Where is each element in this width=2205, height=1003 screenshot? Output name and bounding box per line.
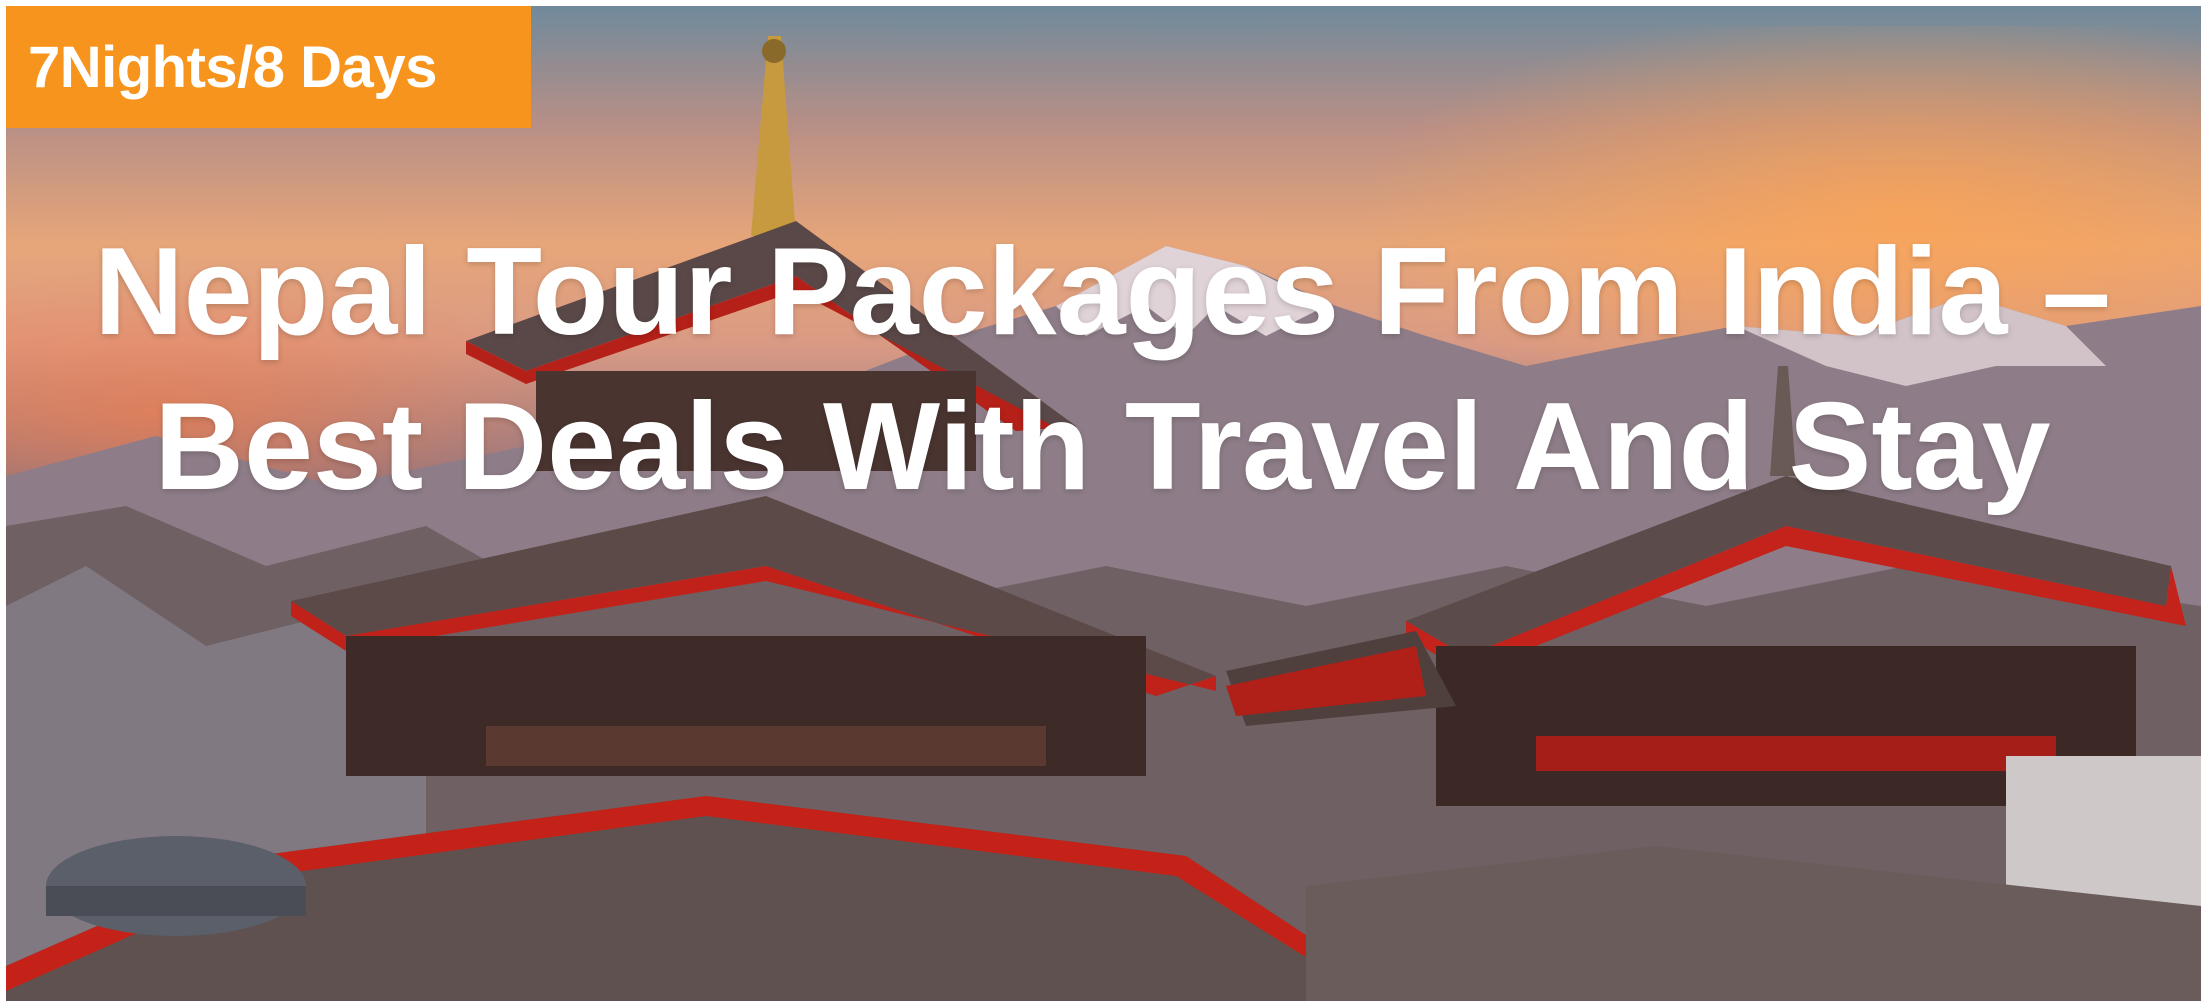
page-title: Nepal Tour Packages From India – Best De… xyxy=(0,215,2205,525)
dome-base xyxy=(46,886,306,916)
duration-badge-text: 7Nights/8 Days xyxy=(28,34,437,100)
pagoda-finial xyxy=(762,39,786,63)
duration-badge: 7Nights/8 Days xyxy=(6,6,531,128)
pagoda-tier-2-beam xyxy=(486,726,1046,766)
pagoda-spire xyxy=(751,36,796,236)
right-pagoda-lower-trim xyxy=(1536,736,2056,771)
title-line-2: Best Deals With Travel And Stay xyxy=(154,378,2051,516)
title-line-1: Nepal Tour Packages From India – xyxy=(94,223,2111,361)
